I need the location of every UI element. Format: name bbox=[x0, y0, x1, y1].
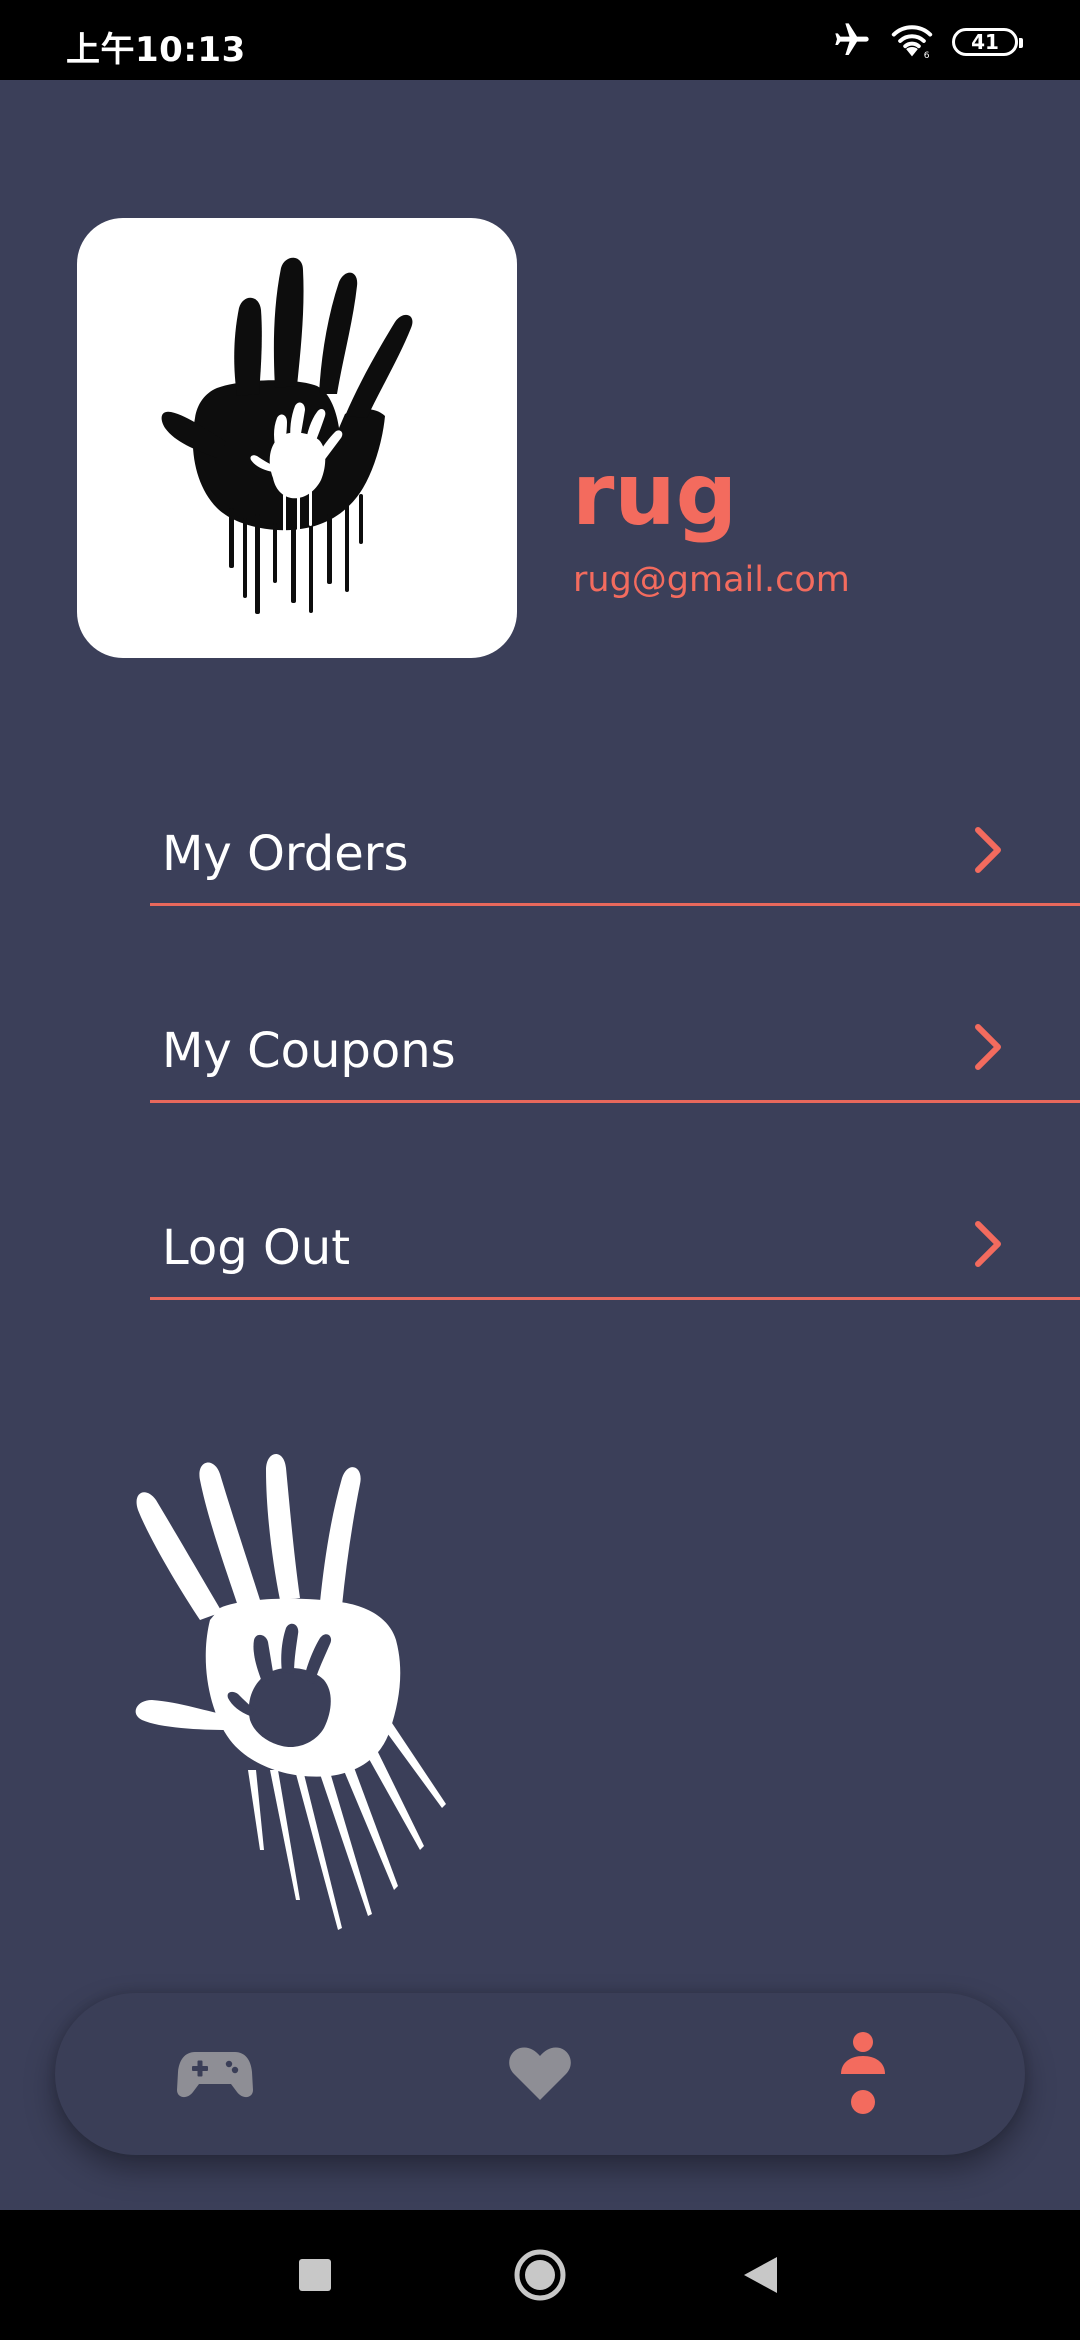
chevron-right-icon bbox=[975, 1221, 1001, 1267]
profile-icon bbox=[841, 2032, 885, 2114]
svg-text:6: 6 bbox=[924, 51, 930, 60]
menu-item-label: My Orders bbox=[162, 826, 409, 882]
chevron-right-icon bbox=[975, 1024, 1001, 1070]
heart-icon bbox=[509, 2047, 571, 2100]
chevron-right-icon bbox=[975, 827, 1001, 873]
home-button[interactable] bbox=[510, 2245, 570, 2305]
menu-item-my-coupons[interactable]: My Coupons bbox=[150, 983, 1080, 1103]
airplane-mode-icon bbox=[832, 20, 872, 64]
bottom-navigation bbox=[55, 1993, 1025, 2155]
recents-icon bbox=[299, 2259, 331, 2291]
menu-item-my-orders[interactable]: My Orders bbox=[150, 786, 1080, 906]
nav-item-favorites[interactable] bbox=[460, 1993, 620, 2155]
back-icon bbox=[744, 2257, 777, 2293]
battery-icon: 41 bbox=[952, 28, 1023, 56]
profile-email: rug@gmail.com bbox=[573, 560, 850, 600]
status-icons: 6 41 bbox=[832, 20, 1023, 64]
menu-item-label: My Coupons bbox=[162, 1023, 456, 1079]
system-navigation-bar bbox=[0, 2210, 1080, 2340]
battery-level: 41 bbox=[971, 30, 999, 54]
profile-name: rug bbox=[572, 445, 738, 545]
status-time: 上午10:13 bbox=[66, 30, 246, 70]
nav-item-games[interactable] bbox=[135, 1993, 295, 2155]
handprint-icon bbox=[161, 257, 413, 614]
menu-item-label: Log Out bbox=[162, 1220, 351, 1276]
back-button[interactable] bbox=[730, 2245, 790, 2305]
handprint-decoration-icon bbox=[135, 1453, 446, 1930]
menu-item-log-out[interactable]: Log Out bbox=[150, 1180, 1080, 1300]
avatar[interactable] bbox=[77, 218, 517, 658]
nav-item-profile[interactable] bbox=[783, 1993, 943, 2155]
status-bar: 上午10:13 6 41 bbox=[0, 0, 1080, 80]
recents-button[interactable] bbox=[285, 2245, 345, 2305]
wifi-icon: 6 bbox=[890, 20, 934, 64]
gamepad-icon bbox=[177, 2052, 253, 2098]
home-icon bbox=[514, 2249, 566, 2301]
profile-screen: 上午10:13 6 41 rug rug@gmail.com My Orders… bbox=[0, 0, 1080, 2340]
